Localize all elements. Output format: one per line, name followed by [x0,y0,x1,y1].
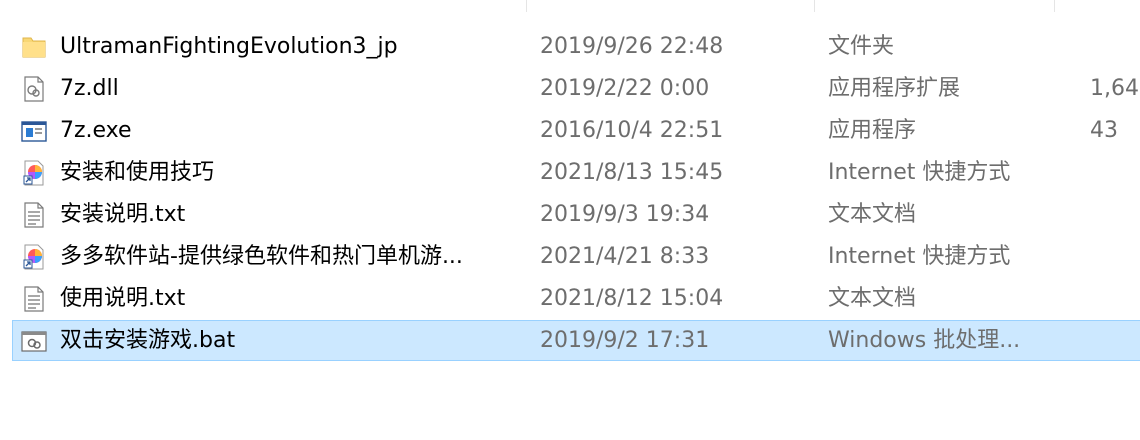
internet-shortcut-icon [20,159,48,187]
column-separator-date[interactable] [814,0,815,12]
file-row[interactable]: 安装和使用技巧 2021/8/13 15:45 Internet 快捷方式 [0,152,1140,194]
file-type: 文件夹 [828,34,895,59]
file-date: 2019/9/2 17:31 [540,328,710,353]
text-document-icon [20,201,48,229]
file-list: UltramanFightingEvolution3_jp 2019/9/26 … [0,26,1140,362]
file-type: Internet 快捷方式 [828,244,1011,269]
folder-icon [20,33,48,61]
file-date: 2019/9/26 22:48 [540,34,724,59]
file-row[interactable]: 多多软件站-提供绿色软件和热门单机游... 2021/4/21 8:33 Int… [0,236,1140,278]
internet-shortcut-icon [20,243,48,271]
file-date: 2021/8/12 15:04 [540,286,724,311]
file-name: 7z.dll [60,76,119,101]
file-date: 2021/8/13 15:45 [540,160,724,185]
file-type: 应用程序扩展 [828,76,961,101]
dll-file-icon [20,75,48,103]
file-row-selected[interactable]: 双击安装游戏.bat 2019/9/2 17:31 Windows 批处理... [0,320,1140,362]
file-row[interactable]: 安装说明.txt 2019/9/3 19:34 文本文档 [0,194,1140,236]
file-type: Internet 快捷方式 [828,160,1011,185]
file-name: 7z.exe [60,118,132,143]
file-type: 应用程序 [828,118,917,143]
file-size: 43 [1090,118,1118,143]
file-type: Windows 批处理... [828,328,1021,353]
file-date: 2019/2/22 0:00 [540,76,710,101]
file-date: 2016/10/4 22:51 [540,118,724,143]
file-name: 双击安装游戏.bat [60,328,236,353]
file-name: 多多软件站-提供绿色软件和热门单机游... [60,244,463,269]
file-row[interactable]: 7z.exe 2016/10/4 22:51 应用程序 43 [0,110,1140,152]
file-size: 1,64 [1090,76,1139,101]
file-type: 文本文档 [828,202,917,227]
file-type: 文本文档 [828,286,917,311]
file-row[interactable]: UltramanFightingEvolution3_jp 2019/9/26 … [0,26,1140,68]
file-row[interactable]: 7z.dll 2019/2/22 0:00 应用程序扩展 1,64 [0,68,1140,110]
file-name: 使用说明.txt [60,286,186,311]
file-date: 2021/4/21 8:33 [540,244,710,269]
batch-file-icon [20,327,48,355]
file-date: 2019/9/3 19:34 [540,202,710,227]
column-separator-name[interactable] [526,0,527,12]
file-name: 安装说明.txt [60,202,186,227]
text-document-icon [20,285,48,313]
file-name: 安装和使用技巧 [60,160,215,185]
exe-file-icon [20,117,48,145]
column-separator-type[interactable] [1054,0,1055,12]
file-name: UltramanFightingEvolution3_jp [60,34,398,59]
file-row[interactable]: 使用说明.txt 2021/8/12 15:04 文本文档 [0,278,1140,320]
